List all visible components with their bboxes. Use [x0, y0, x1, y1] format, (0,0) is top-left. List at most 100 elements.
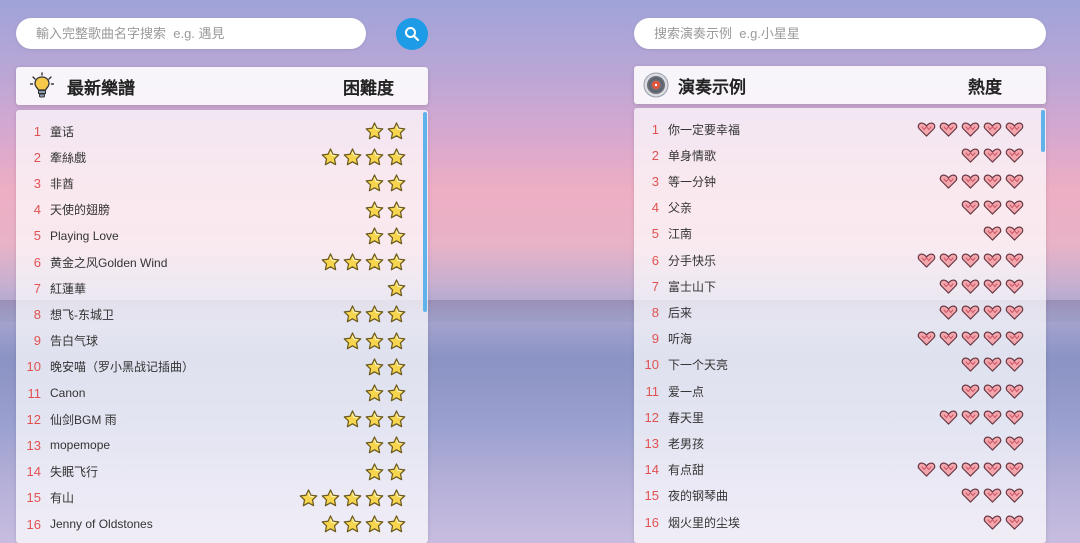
score-search-input[interactable]	[16, 18, 366, 49]
list-item[interactable]: 11 Canon	[16, 380, 428, 406]
rank-number: 2	[33, 149, 41, 165]
star-icon	[387, 331, 406, 350]
popularity-rating	[961, 200, 1024, 215]
heart-icon	[1005, 436, 1024, 451]
heart-icon	[1005, 357, 1024, 372]
list-item[interactable]: 1 童话	[16, 118, 428, 144]
performance-search-box[interactable]	[634, 18, 1046, 49]
popularity-rating	[917, 122, 1024, 137]
panel-title: 演奏示例	[678, 77, 746, 97]
score-search-box[interactable]	[16, 18, 366, 49]
star-icon	[387, 384, 406, 402]
heart-icon	[983, 384, 1002, 399]
difficulty-rating	[321, 148, 406, 166]
heart-icon	[1005, 200, 1024, 215]
star-icon	[321, 253, 340, 271]
list-item[interactable]: 10 下一个天亮	[634, 352, 1046, 378]
heart-icon	[983, 253, 1002, 268]
heart-icon	[1005, 515, 1024, 530]
list-item[interactable]: 3 等一分钟	[634, 168, 1046, 194]
list-item[interactable]: 11 爱一点	[634, 378, 1046, 404]
list-item[interactable]: 9 听海	[634, 326, 1046, 352]
star-icon	[365, 462, 384, 481]
heart-icon	[939, 462, 958, 477]
heart-icon	[961, 488, 980, 503]
difficulty-rating	[365, 384, 406, 402]
heart-icon	[983, 174, 1002, 189]
list-item[interactable]: 4 父亲	[634, 195, 1046, 221]
list-item[interactable]: 15 夜的钢琴曲	[634, 483, 1046, 509]
rank-number: 4	[33, 202, 41, 218]
rank-number: 10	[26, 359, 41, 375]
rank-number: 15	[26, 490, 41, 506]
list-item[interactable]: 8 想飞-东城卫	[16, 301, 428, 327]
list-item[interactable]: 14 有点甜	[634, 457, 1046, 483]
song-title[interactable]: 紅蓮華	[50, 280, 428, 297]
list-item[interactable]: 5 江南	[634, 221, 1046, 247]
heart-icon	[1005, 331, 1024, 346]
list-item[interactable]: 2 单身情歌	[634, 142, 1046, 168]
heart-icon	[983, 462, 1002, 477]
search-button[interactable]	[396, 18, 428, 50]
list-item[interactable]: 13 mopemope	[16, 432, 428, 458]
heart-icon	[983, 122, 1002, 137]
heart-icon	[983, 331, 1002, 346]
list-item[interactable]: 12 春天里	[634, 404, 1046, 430]
list-item[interactable]: 10 晚安喵（罗小黑战记插曲）	[16, 354, 428, 380]
list-item[interactable]: 4 天使的翅膀	[16, 197, 428, 223]
difficulty-column-title: 困難度	[343, 78, 394, 98]
star-icon	[387, 410, 406, 428]
performances-list[interactable]: 1 你一定要幸福 2 单身情歌 3 等一分钟 4 父亲 5 江南 6 分手快乐 7 富士山下 8 后来 9 听海 1…	[634, 108, 1046, 543]
list-item[interactable]: 16 烟火里的尘埃	[634, 509, 1046, 535]
latest-scores-header: 最新樂譜 困難度	[16, 67, 428, 105]
star-icon	[343, 253, 362, 271]
list-item[interactable]: 8 后来	[634, 299, 1046, 325]
lightbulb-icon	[29, 72, 55, 105]
list-item[interactable]: 12 仙剑BGM 雨	[16, 406, 428, 432]
star-icon	[343, 148, 362, 166]
list-item[interactable]: 2 牽絲戲	[16, 144, 428, 170]
list-item[interactable]: 9 告白气球	[16, 328, 428, 354]
heart-icon	[939, 410, 958, 425]
popularity-rating	[939, 305, 1024, 320]
rank-number: 16	[26, 516, 41, 532]
star-icon	[365, 436, 384, 454]
star-icon	[387, 462, 406, 481]
heart-icon	[1005, 305, 1024, 320]
list-item[interactable]: 7 紅蓮華	[16, 275, 428, 301]
rank-number: 9	[651, 331, 659, 347]
rank-number: 7	[33, 280, 41, 296]
rank-number: 12	[26, 411, 41, 427]
popularity-rating	[961, 357, 1024, 372]
list-item[interactable]: 5 Playing Love	[16, 223, 428, 249]
rank-number: 5	[651, 226, 659, 242]
list-item[interactable]: 6 分手快乐	[634, 247, 1046, 273]
heart-icon	[1005, 279, 1024, 294]
list-item[interactable]: 14 失眠飞行	[16, 459, 428, 485]
list-item[interactable]: 15 有山	[16, 485, 428, 511]
star-icon	[365, 253, 384, 271]
star-icon	[365, 515, 384, 533]
heart-icon	[1005, 410, 1024, 425]
list-item[interactable]: 3 非酋	[16, 170, 428, 196]
list-item[interactable]: 7 富士山下	[634, 273, 1046, 299]
popularity-rating	[939, 410, 1024, 425]
heart-icon	[1005, 488, 1024, 503]
list-item[interactable]: 13 老男孩	[634, 430, 1046, 456]
performance-search-input[interactable]	[634, 18, 1046, 49]
heart-icon	[917, 331, 936, 346]
list-item[interactable]: 1 你一定要幸福	[634, 116, 1046, 142]
list-item[interactable]: 16 Jenny of Oldstones	[16, 511, 428, 537]
difficulty-rating	[299, 489, 406, 507]
popularity-column-title: 熱度	[968, 77, 1002, 97]
heart-icon	[983, 515, 1002, 530]
heart-icon	[961, 357, 980, 372]
heart-icon	[939, 174, 958, 189]
list-item[interactable]: 6 黄金之风Golden Wind	[16, 249, 428, 275]
star-icon	[387, 279, 406, 297]
difficulty-rating	[321, 515, 406, 533]
latest-scores-list[interactable]: 1 童话 2 牽絲戲 3 非酋 4 天使的翅膀 5 Playing Love 6 黄金之风Golden…	[16, 110, 428, 543]
heart-icon	[1005, 148, 1024, 163]
rank-number: 1	[651, 121, 659, 137]
star-icon	[343, 489, 362, 507]
